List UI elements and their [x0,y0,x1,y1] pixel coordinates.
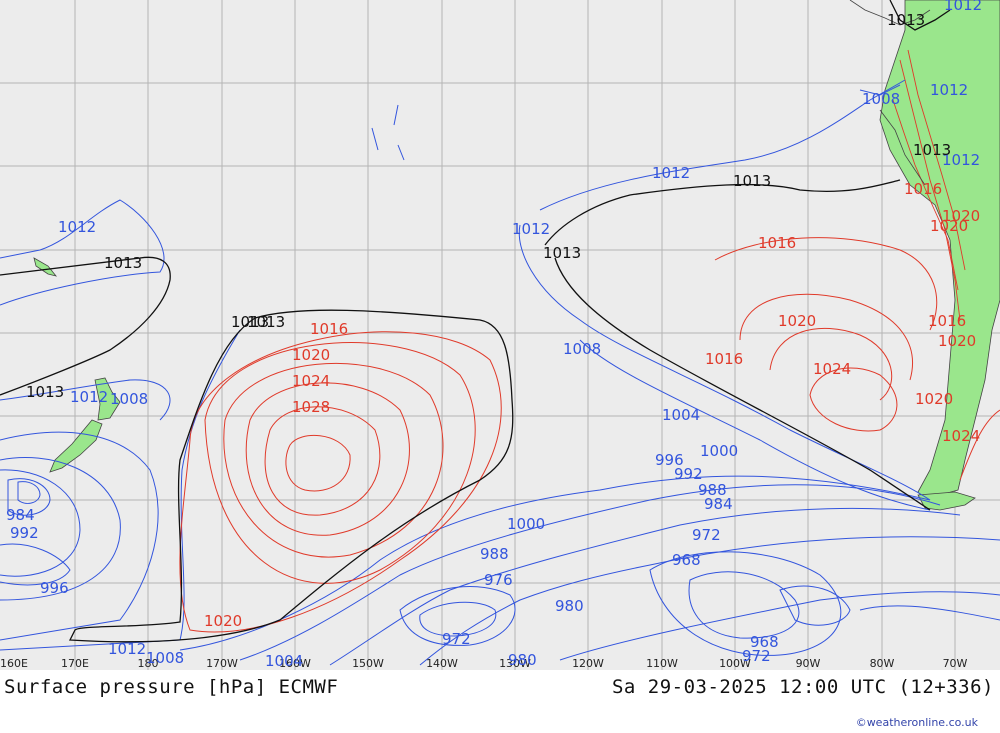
longitude-label: 120W [572,657,604,670]
isobar-label: 972 [692,526,721,544]
isobar-label: 1012 [944,0,982,14]
isobar-label: 1013 [887,11,925,29]
isobar-label: 1012 [512,220,550,238]
isobar-label: 1013 [543,244,581,262]
isobar-label: 1020 [778,312,816,330]
isobar-label: 1024 [942,427,980,445]
source-credit: ©weatheronline.co.uk [855,716,978,729]
valid-time: Sa 29-03-2025 12:00 UTC (12+336) [611,676,994,698]
isobar-label: 1016 [758,234,796,252]
isobar-label: 1013 [733,172,771,190]
longitude-label: 160E [0,657,28,670]
isobar-label: 996 [40,579,69,597]
map-caption: Surface pressure [hPa] ECMWF Sa 29-03-20… [0,676,1000,706]
isobar-label: 992 [10,524,39,542]
isobar-label: 1004 [662,406,700,424]
isobar-label: 968 [672,551,701,569]
isobar-label: 1016 [928,312,966,330]
longitude-label: 170W [206,657,238,670]
longitude-label: 80W [870,657,895,670]
isobar-label: 1012 [58,218,96,236]
isobar-label: 1013 [913,141,951,159]
map-title: Surface pressure [hPa] ECMWF [4,676,339,698]
isobar-label: 1012 [652,164,690,182]
isobar-label: 1012 [70,388,108,406]
longitude-label: 140W [426,657,458,670]
isobar-label: 984 [6,506,35,524]
longitude-label: 90W [796,657,821,670]
isobar-label: 1020 [938,332,976,350]
isobar-label: 968 [750,633,779,651]
isobar-label: 1008 [563,340,601,358]
isobar-label: 1013 [231,313,269,331]
longitude-label: 170E [61,657,89,670]
longitude-label: 150W [352,657,384,670]
isobar-label: 1016 [310,320,348,338]
isobar-label: 980 [555,597,584,615]
isobar-label: 1024 [292,372,330,390]
isobar-label: 1028 [292,398,330,416]
isobar-label: 1004 [265,652,303,670]
longitude-label: 110W [646,657,678,670]
isobar-label: 1000 [507,515,545,533]
isobar-label: 1013 [104,254,142,272]
isobar-label: 1008 [862,90,900,108]
isobar-label: 1012 [930,81,968,99]
isobar-label: 1016 [705,350,743,368]
isobar-label: 1024 [813,360,851,378]
isobar-label: 1020 [204,612,242,630]
isobar-label: 1016 [904,180,942,198]
isobar-label: 1013 [26,383,64,401]
isobar-label: 1008 [110,390,148,408]
isobar-label: 976 [484,571,513,589]
isobar-label: 988 [480,545,509,563]
pressure-map: 160E 170E 180 170W 160W 150W 140W 130W 120W 110W 1… [0,0,1000,670]
isobar-label: 1020 [292,346,330,364]
longitude-label: 70W [943,657,968,670]
isobar-label: 1020 [915,390,953,408]
isobar-label: 1000 [700,442,738,460]
isobar-label: 1020 [930,217,968,235]
isobar-label: 984 [704,495,733,513]
isobar-label: 1008 [146,649,184,667]
isobar-label: 1012 [108,640,146,658]
isobar-label: 972 [442,630,471,648]
isobar-label: 980 [508,651,537,669]
